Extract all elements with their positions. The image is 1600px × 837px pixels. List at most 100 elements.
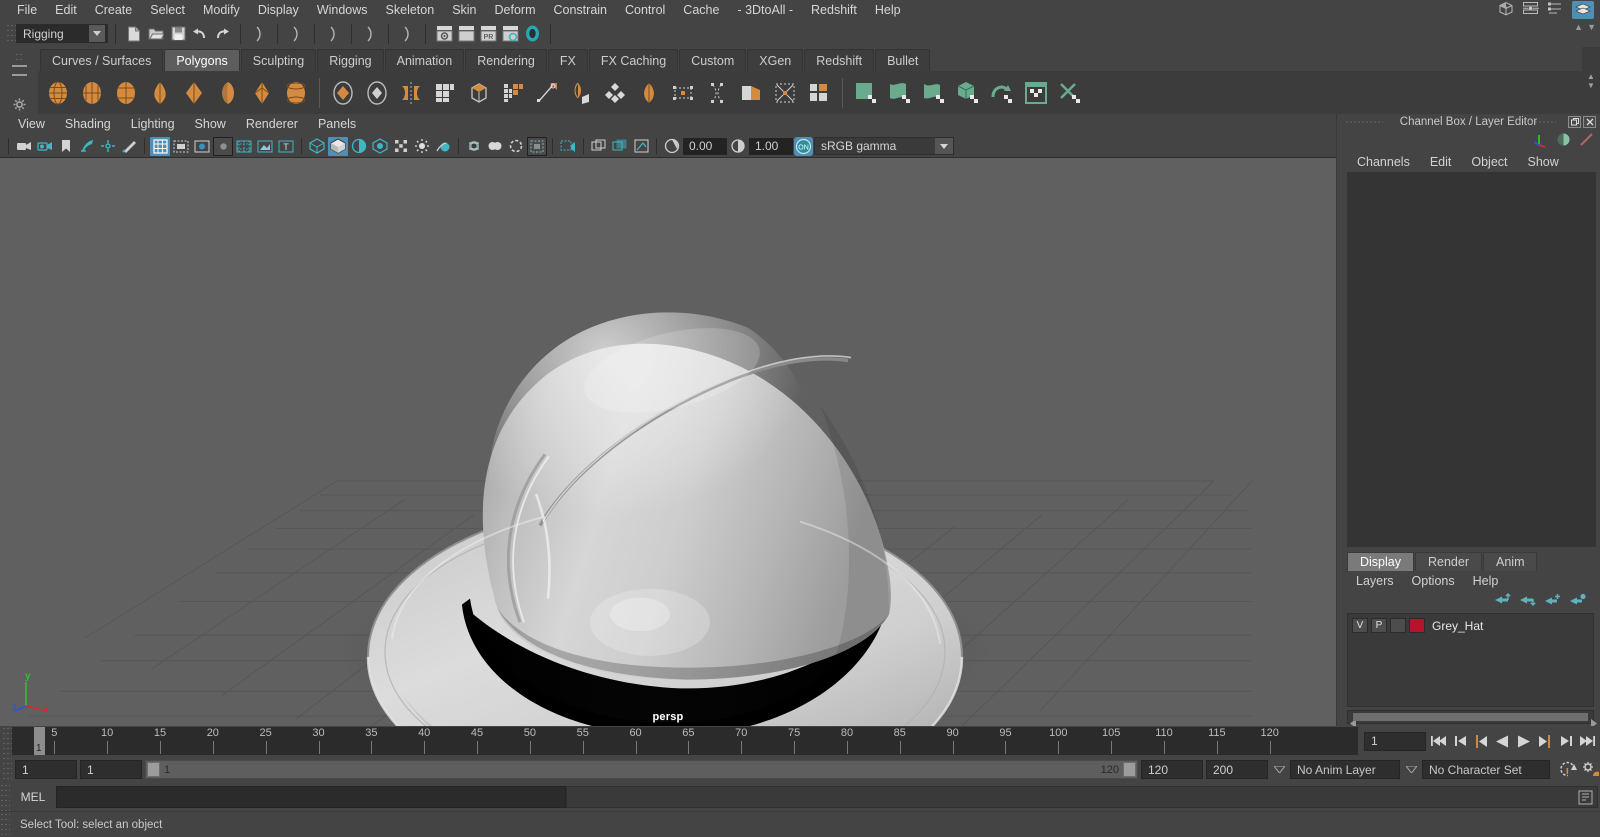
poly-sphere-sculpt-icon[interactable] (327, 77, 359, 109)
chevron-up-icon[interactable]: ▲ (1574, 22, 1583, 32)
viewport-menu-view[interactable]: View (8, 114, 55, 135)
shelf-tab-fx-caching[interactable]: FX Caching (588, 49, 679, 71)
snap-to-grid-icon[interactable] (433, 23, 455, 44)
poly-cube-icon[interactable] (76, 77, 108, 109)
menu-skeleton[interactable]: Skeleton (377, 0, 444, 20)
poly-booleans-icon[interactable] (463, 77, 495, 109)
undock-icon[interactable] (1568, 116, 1581, 128)
view-transform-selector[interactable]: sRGB gamma (814, 137, 954, 155)
menu-control[interactable]: Control (616, 0, 674, 20)
current-time-indicator[interactable]: 1 (34, 727, 45, 755)
chevron-up-icon[interactable]: ▲ (1587, 72, 1595, 81)
menu-display[interactable]: Display (249, 0, 308, 20)
new-layer-from-selected-icon[interactable] (1570, 593, 1586, 609)
play-forwards-icon[interactable] (1514, 731, 1533, 752)
layer-playback-toggle[interactable]: P (1371, 618, 1387, 633)
color-management-icon[interactable]: ON (794, 136, 813, 156)
menu-create[interactable]: Create (86, 0, 142, 20)
film-gate-icon[interactable] (171, 137, 191, 156)
layer-menu-options[interactable]: Options (1403, 571, 1464, 591)
chevron-down-icon[interactable]: ▼ (1587, 22, 1596, 32)
uv-editor-icon[interactable] (850, 77, 882, 109)
poly-create-icon[interactable] (531, 77, 563, 109)
layer-color-swatch[interactable] (1409, 618, 1425, 633)
modeling-toolkit-icon[interactable] (1498, 1, 1515, 19)
script-editor-icon[interactable] (1578, 790, 1593, 808)
new-layer-icon[interactable] (1545, 593, 1561, 609)
command-output-field[interactable] (566, 786, 1598, 808)
uv-cylindrical-icon[interactable] (918, 77, 950, 109)
poly-sphere-icon[interactable] (42, 77, 74, 109)
select-by-type-icon[interactable] (359, 23, 381, 44)
poly-smooth-icon[interactable] (361, 77, 393, 109)
xray-active-components-icon[interactable] (610, 137, 630, 156)
two-d-pan-zoom-icon[interactable] (98, 137, 118, 156)
snap-to-curve-icon[interactable] (455, 23, 477, 44)
status-line-grip[interactable] (6, 22, 16, 45)
help-line-grip[interactable] (0, 812, 10, 837)
snap-to-point-icon[interactable]: PR (477, 23, 499, 44)
channel-box-icon[interactable] (1572, 1, 1594, 19)
panel-drag-handle-right[interactable] (1518, 120, 1556, 124)
menu-redshift[interactable]: Redshift (802, 0, 866, 20)
grid-icon[interactable] (150, 136, 170, 156)
poly-torus-icon[interactable] (212, 77, 244, 109)
panel-drag-handle[interactable] (1345, 120, 1383, 124)
step-forward-frame-icon[interactable] (1535, 731, 1554, 752)
half-circle-icon[interactable] (1556, 132, 1571, 150)
shelf-options-gear-icon[interactable] (13, 98, 26, 114)
menu-cache[interactable]: Cache (674, 0, 728, 20)
wireframe-icon[interactable] (307, 137, 327, 156)
undo-icon[interactable] (189, 23, 211, 44)
channelbox-menu-edit[interactable]: Edit (1420, 152, 1462, 172)
poly-plane-icon[interactable] (178, 77, 210, 109)
field-chart-icon[interactable] (234, 137, 254, 156)
screen-space-ao-icon[interactable] (433, 137, 453, 156)
exposure-icon[interactable] (662, 137, 682, 156)
menu-3dtoall[interactable]: - 3DtoAll - (728, 0, 802, 20)
shelf-tab-curves-surfaces[interactable]: Curves / Surfaces (40, 49, 164, 71)
layer-name-label[interactable]: Grey_Hat (1432, 619, 1483, 633)
smooth-shade-icon[interactable] (328, 136, 348, 156)
textured-icon[interactable] (370, 137, 390, 156)
viewport-menu-panels[interactable]: Panels (308, 114, 366, 135)
range-slider[interactable]: 1 120 (145, 760, 1138, 779)
depth-of-field-icon[interactable] (506, 137, 526, 156)
layer-tab-render[interactable]: Render (1415, 552, 1482, 571)
menu-edit[interactable]: Edit (46, 0, 86, 20)
time-slider-grip[interactable] (2, 726, 12, 756)
command-language-label[interactable]: MEL (10, 790, 56, 804)
resolution-gate-icon[interactable] (192, 137, 212, 156)
save-scene-icon[interactable] (167, 23, 189, 44)
image-plane-icon[interactable] (77, 137, 97, 156)
poly-cone-icon[interactable] (144, 77, 176, 109)
layer-tab-anim[interactable]: Anim (1483, 552, 1538, 571)
playback-start-time-field[interactable]: 1 (80, 760, 142, 779)
current-frame-field[interactable]: 1 (1364, 731, 1426, 751)
menu-modify[interactable]: Modify (194, 0, 249, 20)
menu-windows[interactable]: Windows (308, 0, 377, 20)
uv-cut-icon[interactable] (1054, 77, 1086, 109)
chevron-down-icon[interactable] (1271, 760, 1287, 779)
chevron-down-icon[interactable] (1403, 760, 1419, 779)
isolate-select-icon[interactable] (527, 136, 547, 156)
layer-list-horizontal-scrollbar[interactable] (1347, 710, 1597, 728)
gamma-value-field[interactable]: 1.00 (749, 137, 793, 155)
command-line-grip[interactable] (0, 783, 10, 811)
animation-end-time-field[interactable]: 200 (1206, 760, 1268, 779)
character-set-selector[interactable]: No Character Set (1422, 760, 1550, 779)
layer-menu-help[interactable]: Help (1464, 571, 1508, 591)
gate-mask-icon[interactable] (213, 136, 233, 156)
shelf-tab-custom[interactable]: Custom (679, 49, 747, 71)
menu-file[interactable]: File (8, 0, 46, 20)
play-backwards-icon[interactable] (1493, 731, 1512, 752)
list-item[interactable]: V P Grey_Hat (1350, 617, 1591, 634)
range-slider-grip[interactable] (2, 756, 12, 783)
poly-extrude-icon[interactable] (497, 77, 529, 109)
shelf-tab-animation[interactable]: Animation (384, 49, 465, 71)
poly-prism-icon[interactable] (246, 77, 278, 109)
poly-quad-draw-icon[interactable] (735, 77, 767, 109)
range-end-handle[interactable] (1123, 762, 1136, 777)
menu-select[interactable]: Select (141, 0, 194, 20)
shelf-tab-xgen[interactable]: XGen (747, 49, 804, 71)
